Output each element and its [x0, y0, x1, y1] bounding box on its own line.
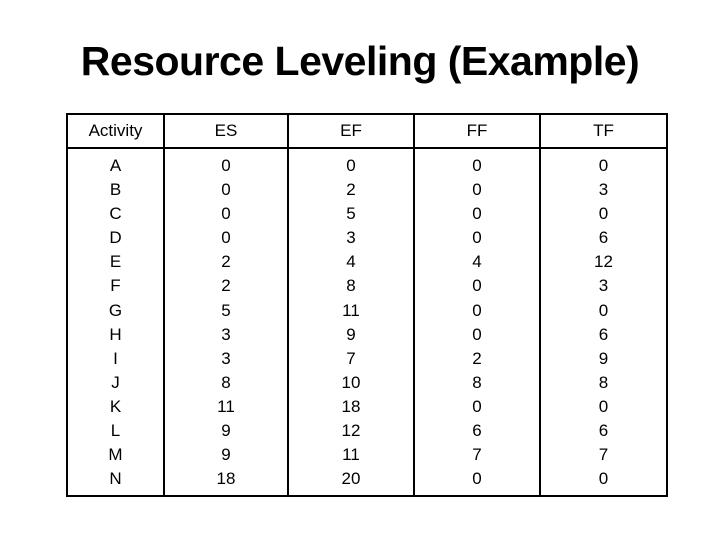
cell-tf: 9 [598, 348, 609, 368]
cell-ef: 18 [341, 396, 361, 416]
slide: Resource Leveling (Example) Activity ES … [0, 0, 720, 540]
cell-activity: B [109, 180, 122, 200]
cell-ff: 0 [472, 276, 482, 296]
cell-ef: 2 [346, 180, 356, 200]
cell-activity: N [109, 469, 122, 489]
header-row: Activity ES EF FF TF [66, 114, 668, 149]
cell-ff: 0 [472, 324, 482, 344]
cell-ef: 0 [346, 156, 356, 175]
column-es: 0 0 0 0 2 2 5 3 3 8 11 9 9 18 [163, 148, 289, 497]
cell-activity: E [109, 252, 122, 272]
cell-ff: 0 [472, 469, 482, 489]
cell-ef: 4 [346, 252, 356, 272]
cell-ef: 9 [346, 324, 356, 344]
header-es: ES [163, 114, 289, 149]
cell-ef: 11 [342, 300, 360, 320]
cell-tf: 6 [598, 324, 609, 344]
cell-activity: I [113, 348, 118, 368]
cell-ef: 5 [346, 204, 356, 224]
cell-activity: G [108, 300, 123, 320]
cell-es: 0 [221, 180, 231, 200]
cell-ef: 3 [346, 228, 356, 248]
cell-es: 5 [221, 300, 231, 320]
cell-ff: 8 [472, 372, 482, 392]
cell-activity: K [109, 396, 122, 416]
cell-tf: 12 [594, 252, 613, 272]
cell-ef: 11 [342, 445, 360, 465]
cell-activity: C [109, 204, 122, 224]
cell-es: 2 [221, 252, 231, 272]
cell-ef: 10 [341, 372, 361, 392]
cell-tf: 7 [598, 445, 609, 465]
cell-es: 3 [221, 348, 231, 368]
cell-ff: 0 [472, 228, 482, 248]
cell-es: 0 [221, 156, 231, 175]
cell-tf: 6 [598, 228, 609, 248]
cell-es: 18 [216, 469, 236, 489]
cell-tf: 6 [598, 421, 609, 441]
cell-es: 11 [217, 396, 235, 416]
cell-tf: 0 [598, 204, 609, 224]
header-activity: Activity [66, 114, 165, 149]
cell-ef: 20 [341, 469, 361, 489]
cell-tf: 0 [598, 396, 609, 416]
cell-tf: 3 [598, 180, 609, 200]
cell-es: 3 [221, 324, 231, 344]
cell-es: 9 [221, 421, 231, 441]
cell-ff: 0 [472, 300, 482, 320]
cell-activity: M [108, 445, 123, 465]
cell-activity: D [109, 228, 122, 248]
header-ef: EF [287, 114, 415, 149]
cell-ff: 0 [472, 156, 482, 175]
cell-tf: 0 [598, 469, 609, 489]
cell-ff: 0 [472, 204, 482, 224]
header-tf: TF [539, 114, 668, 149]
cell-tf: 0 [598, 156, 609, 175]
cell-ff: 7 [472, 445, 482, 465]
cell-activity: J [111, 372, 120, 392]
cell-ff: 4 [472, 252, 482, 272]
cell-ff: 0 [472, 180, 482, 200]
cell-ef: 12 [341, 421, 361, 441]
cell-es: 9 [221, 445, 231, 465]
cell-activity: A [109, 156, 122, 175]
cell-tf: 0 [598, 300, 609, 320]
cell-tf: 8 [598, 372, 609, 392]
header-ff: FF [413, 114, 541, 149]
cell-activity: L [110, 421, 121, 441]
slide-title: Resource Leveling (Example) [80, 38, 640, 84]
cell-es: 0 [221, 204, 231, 224]
body-row: ABCDEFGHIJKLMN 0 0 0 0 2 2 5 3 3 8 11 9 9 18 0 2 5 3 4 8 11… [66, 148, 668, 497]
schedule-table: Activity ES EF FF TF ABCDEFGHIJKLMN 0000… [66, 113, 668, 498]
cell-activity: H [109, 324, 122, 344]
cell-ef: 7 [346, 348, 356, 368]
column-ff: 0 0 0 0 4 0 0 0 2 8 0 6 7 0 [413, 148, 541, 497]
cell-es: 0 [221, 228, 231, 248]
column-activity: ABCDEFGHIJKLMN [66, 148, 165, 497]
cell-es: 2 [221, 276, 231, 296]
column-tf: 0 3 0 6 12 3 0 6 9 8 0 6 7 0 [539, 148, 668, 497]
cell-ef: 8 [346, 276, 356, 296]
cell-ff: 0 [472, 396, 482, 416]
cell-es: 8 [221, 372, 231, 392]
cell-tf: 3 [598, 276, 609, 296]
cell-ff: 2 [472, 348, 482, 368]
cell-ff: 6 [472, 421, 482, 441]
column-ef: 0 2 5 3 4 8 11 9 7 10 18 12 11 20 [287, 148, 415, 497]
cell-activity: F [110, 276, 121, 296]
